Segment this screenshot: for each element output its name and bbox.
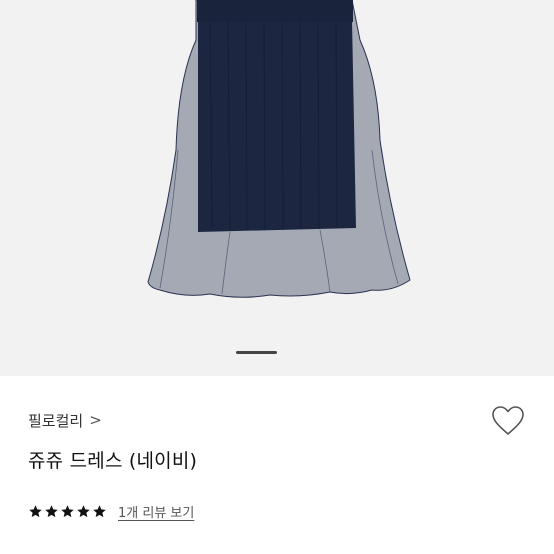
chevron-right-icon: > (89, 411, 102, 429)
product-info: 필로컬리 > 쥬쥬 드레스 (네이비) 1개 리뷰 보기 (0, 376, 554, 554)
brand-name: 필로컬리 (28, 411, 84, 430)
heart-outline-icon (492, 406, 524, 435)
product-image-area[interactable] (0, 0, 554, 376)
carousel-indicator[interactable] (236, 351, 277, 354)
star-icon (29, 505, 42, 518)
product-title: 쥬쥬 드레스 (네이비) (28, 450, 198, 472)
wishlist-button[interactable] (490, 404, 526, 438)
star-icon (93, 505, 106, 518)
star-icon (45, 505, 58, 518)
star-icon (77, 505, 90, 518)
product-photo-navy-skirt (147, 0, 411, 298)
brand-link[interactable]: 필로컬리 > (28, 409, 102, 431)
rating-row: 1개 리뷰 보기 (28, 502, 194, 521)
star-icon (61, 505, 74, 518)
star-rating (28, 504, 107, 519)
review-link[interactable]: 1개 리뷰 보기 (118, 502, 194, 521)
